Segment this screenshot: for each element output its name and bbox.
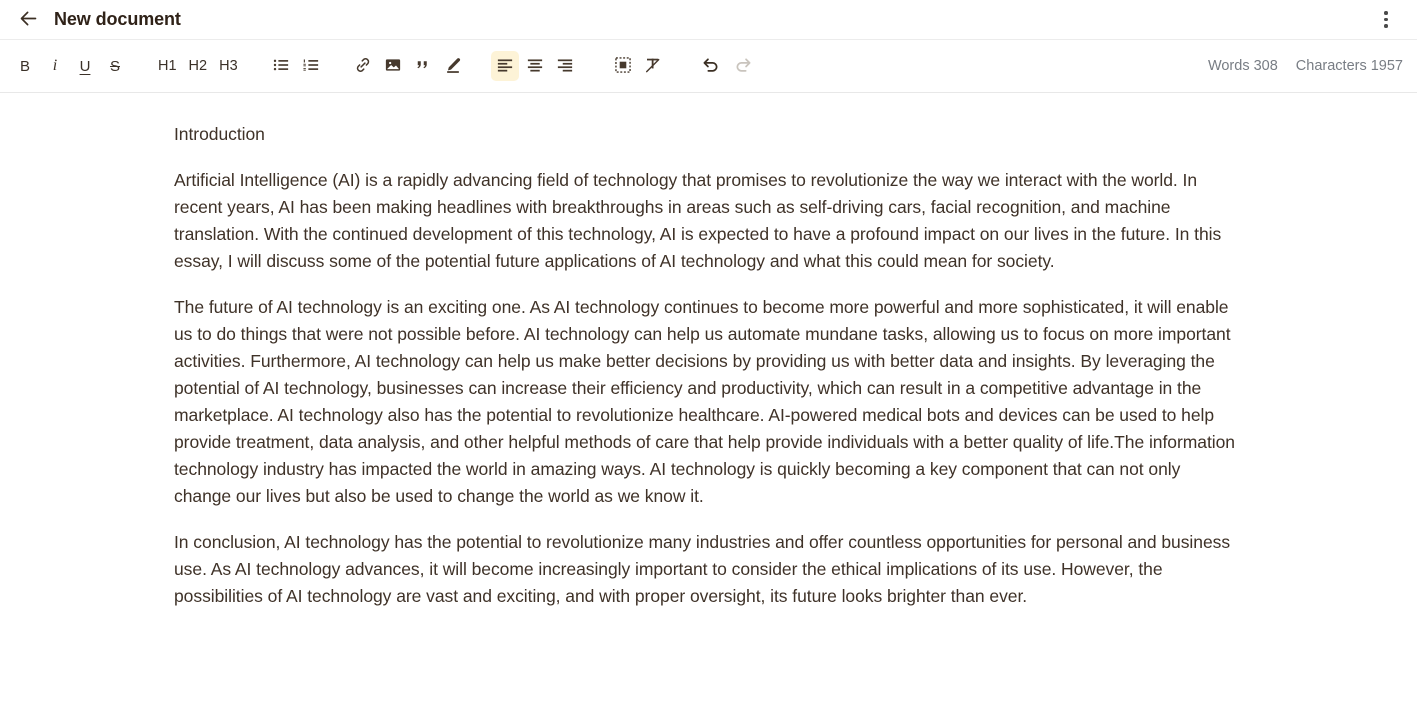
character-count: Characters 1957: [1295, 58, 1403, 74]
align-right-icon: [556, 56, 574, 77]
bold-button[interactable]: B: [11, 51, 39, 81]
italic-icon: i: [52, 57, 58, 74]
highlight-button[interactable]: [439, 51, 467, 81]
h2-icon: H2: [188, 57, 208, 74]
paragraph-2[interactable]: The future of AI technology is an exciti…: [174, 294, 1237, 510]
clear-format-icon: [644, 56, 662, 77]
heading-2-button[interactable]: H2: [184, 51, 213, 81]
redo-button[interactable]: [728, 51, 757, 81]
insert-block-button[interactable]: [609, 51, 637, 81]
undo-icon: [702, 55, 721, 77]
underline-icon: U: [79, 57, 91, 75]
italic-button[interactable]: i: [41, 51, 69, 81]
h1-icon: H1: [158, 57, 177, 74]
numbered-list-icon: [302, 56, 320, 77]
document-editor[interactable]: Introduction Artificial Intelligence (AI…: [174, 121, 1237, 610]
image-icon: [384, 56, 402, 77]
document-title: New document: [54, 9, 181, 29]
word-count: Words 308: [1207, 58, 1278, 74]
redo-icon: [733, 55, 752, 77]
kebab-menu-icon: [1384, 11, 1388, 28]
h3-icon: H3: [219, 57, 238, 74]
align-center-button[interactable]: [521, 51, 549, 81]
strikethrough-button[interactable]: S: [101, 51, 129, 81]
more-options-button[interactable]: [1371, 5, 1401, 35]
align-right-button[interactable]: [551, 51, 579, 81]
back-button[interactable]: [14, 6, 42, 34]
strikethrough-icon: S: [109, 57, 120, 75]
blockquote-button[interactable]: [409, 51, 437, 81]
align-center-icon: [526, 56, 544, 77]
paragraph-1[interactable]: Artificial Intelligence (AI) is a rapidl…: [174, 167, 1237, 275]
underline-button[interactable]: U: [71, 51, 99, 81]
heading-1-button[interactable]: H1: [153, 51, 182, 81]
quote-icon: [414, 56, 432, 77]
document-scroll-area[interactable]: Introduction Artificial Intelligence (AI…: [0, 93, 1417, 702]
link-icon: [354, 56, 372, 77]
insert-link-button[interactable]: [349, 51, 377, 81]
undo-button[interactable]: [697, 51, 726, 81]
bold-icon: B: [19, 57, 30, 75]
paragraph-introduction[interactable]: Introduction: [174, 121, 1237, 148]
heading-3-button[interactable]: H3: [214, 51, 243, 81]
numbered-list-button[interactable]: [297, 51, 325, 81]
dashed-block-icon: [614, 56, 632, 77]
document-page[interactable]: Introduction Artificial Intelligence (AI…: [0, 93, 1417, 610]
bullet-list-icon: [272, 56, 290, 77]
insert-image-button[interactable]: [379, 51, 407, 81]
bullet-list-button[interactable]: [267, 51, 295, 81]
align-left-icon: [496, 56, 514, 77]
app-header: New document: [0, 0, 1417, 40]
editor-toolbar: B i U S H1 H2 H3 Words 308 Characters 19…: [0, 40, 1417, 93]
pen-icon: [444, 56, 462, 77]
arrow-left-icon: [18, 8, 39, 32]
document-stats: Words 308 Characters 1957: [1208, 58, 1405, 74]
clear-formatting-button[interactable]: [639, 51, 667, 81]
align-left-button[interactable]: [490, 51, 519, 81]
paragraph-3[interactable]: In conclusion, AI technology has the pot…: [174, 529, 1237, 610]
